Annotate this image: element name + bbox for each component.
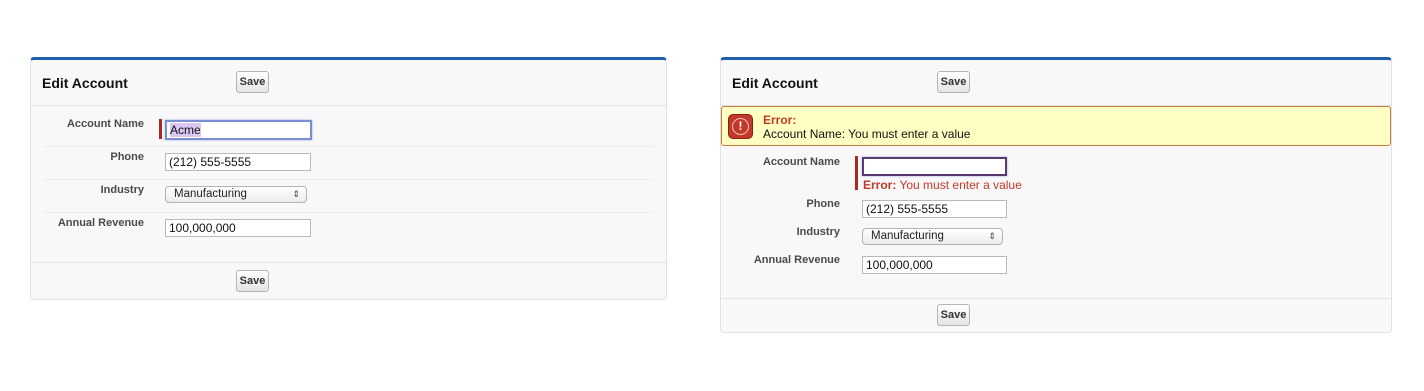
account-name-field-error: Error: You must enter a value	[863, 178, 1022, 192]
account-name-input[interactable]: Acme	[165, 120, 312, 140]
form-footer: Save	[721, 298, 1391, 332]
phone-input[interactable]: (212) 555-5555	[862, 200, 1007, 218]
select-arrows-icon: ⇕	[292, 189, 300, 199]
account-name-label: Account Name	[762, 156, 840, 168]
required-indicator	[159, 119, 162, 139]
save-button-bottom[interactable]: Save	[937, 304, 970, 326]
form-header: Edit Account Save	[721, 60, 1391, 106]
industry-label: Industry	[796, 226, 840, 238]
account-name-label: Account Name	[66, 118, 144, 130]
account-name-input[interactable]	[862, 157, 1007, 176]
row-divider	[43, 146, 654, 147]
save-button-top[interactable]: Save	[236, 71, 269, 93]
form-footer: Save	[31, 262, 666, 299]
error-message-box: ! Error: Account Name: You must enter a …	[721, 106, 1391, 146]
annual-revenue-input[interactable]: 100,000,000	[862, 256, 1007, 274]
row-divider	[43, 179, 654, 180]
save-button-bottom[interactable]: Save	[236, 270, 269, 292]
annual-revenue-label: Annual Revenue	[57, 217, 144, 229]
form-title: Edit Account	[732, 75, 818, 91]
required-indicator	[855, 156, 858, 190]
error-message: Account Name: You must enter a value	[763, 127, 971, 141]
industry-select[interactable]: Manufacturing ⇕	[862, 228, 1003, 245]
industry-select[interactable]: Manufacturing ⇕	[165, 186, 307, 203]
industry-selected-value: Manufacturing	[871, 230, 944, 242]
phone-label: Phone	[806, 198, 840, 210]
form-title: Edit Account	[42, 75, 128, 91]
select-arrows-icon: ⇕	[988, 231, 996, 241]
row-divider	[43, 212, 654, 213]
error-title: Error:	[763, 113, 797, 127]
edit-account-form-valid: Edit Account Save Account Name Acme Phon…	[30, 57, 667, 300]
phone-input[interactable]: (212) 555-5555	[165, 153, 311, 171]
annual-revenue-input[interactable]: 100,000,000	[165, 219, 311, 237]
save-button-top[interactable]: Save	[937, 71, 970, 93]
industry-label: Industry	[100, 184, 144, 196]
phone-label: Phone	[110, 151, 144, 163]
form-header: Edit Account Save	[31, 60, 666, 106]
edit-account-form-error: Edit Account Save ! Error: Account Name:…	[720, 57, 1392, 333]
annual-revenue-label: Annual Revenue	[753, 254, 840, 266]
error-icon: !	[728, 114, 753, 139]
industry-selected-value: Manufacturing	[174, 188, 247, 200]
